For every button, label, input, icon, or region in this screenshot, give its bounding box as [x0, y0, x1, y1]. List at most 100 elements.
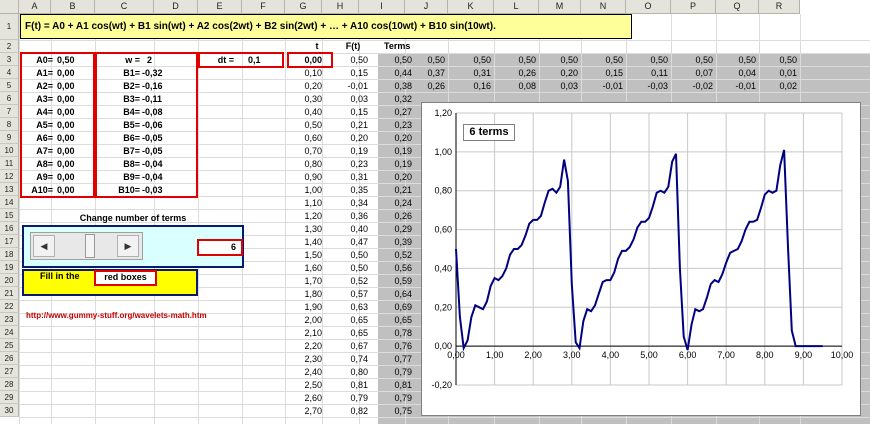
row-header-2[interactable]: 2 — [0, 40, 19, 53]
fourier-chart: -0,200,000,200,400,600,801,001,200,00 1,0… — [431, 108, 853, 390]
row-header-8[interactable]: 8 — [0, 118, 19, 131]
row-header-16[interactable]: 16 — [0, 222, 19, 235]
column-header-i[interactable]: I — [359, 0, 405, 14]
scroll-right-button[interactable]: ▶ — [117, 235, 139, 257]
header-ft: F(t) — [345, 41, 361, 51]
t-value: 0,20 — [304, 81, 322, 91]
t-value: 1,90 — [304, 302, 322, 312]
b-coef-label: B7= — [123, 146, 140, 156]
w-value[interactable]: 2 — [147, 54, 152, 67]
a-coef-value[interactable]: 0,00 — [57, 145, 85, 158]
a-coef-value[interactable]: 0,00 — [57, 184, 85, 197]
row-header-6[interactable]: 6 — [0, 92, 19, 105]
a-coef-value[interactable]: 0,00 — [57, 171, 85, 184]
t-value: 0,40 — [304, 107, 322, 117]
column-header-f[interactable]: F — [242, 0, 285, 14]
row-header-22[interactable]: 22 — [0, 300, 19, 313]
row-header-23[interactable]: 23 — [0, 313, 19, 326]
column-header-d[interactable]: D — [154, 0, 198, 14]
t-value: 2,50 — [304, 380, 322, 390]
b-coef-value[interactable]: -0,04 — [142, 171, 174, 184]
ft-value: 0,31 — [350, 172, 368, 182]
row-header-21[interactable]: 21 — [0, 287, 19, 300]
a-coef-value[interactable]: 0,00 — [57, 119, 85, 132]
column-header-o[interactable]: O — [626, 0, 671, 14]
terms-value: 0,29 — [394, 224, 412, 234]
chart-area[interactable]: -0,20 0,00 0,20 0,40 0,60 0,80 1,00 1,20 0,00 1,0… — [421, 102, 861, 416]
ft-value: 0,15 — [350, 68, 368, 78]
row-header-13[interactable]: 13 — [0, 183, 19, 196]
row-header-20[interactable]: 20 — [0, 274, 19, 287]
row-header-10[interactable]: 10 — [0, 144, 19, 157]
row-header-12[interactable]: 12 — [0, 170, 19, 183]
b-coef-value[interactable]: -0,05 — [142, 132, 174, 145]
terms-value: 0,27 — [394, 107, 412, 117]
b-coef-value[interactable]: -0,32 — [142, 67, 174, 80]
b-coef-value[interactable]: -0,04 — [142, 158, 174, 171]
terms-grid-cell: 0,20 — [560, 68, 578, 78]
x-tick-label: 2,00 — [524, 350, 542, 360]
row-header-29[interactable]: 29 — [0, 391, 19, 404]
a-coef-value[interactable]: 0,00 — [57, 93, 85, 106]
row-header-7[interactable]: 7 — [0, 105, 19, 118]
b-coef-label: B10= — [118, 185, 140, 195]
row-header-19[interactable]: 19 — [0, 261, 19, 274]
b-coef-value[interactable]: -0,16 — [142, 80, 174, 93]
terms-scrollbar[interactable]: ◀ ▶ — [30, 232, 143, 260]
row-header-14[interactable]: 14 — [0, 196, 19, 209]
row-header-24[interactable]: 24 — [0, 326, 19, 339]
b-coef-value[interactable]: -0,11 — [142, 93, 174, 106]
column-header-r[interactable]: R — [759, 0, 800, 14]
column-header-g[interactable]: G — [285, 0, 322, 14]
a-coef-value[interactable]: 0,00 — [57, 158, 85, 171]
b-coef-value[interactable]: -0,03 — [142, 184, 174, 197]
row-header-3[interactable]: 3 — [0, 53, 19, 66]
column-header-p[interactable]: P — [671, 0, 716, 14]
row-header-28[interactable]: 28 — [0, 378, 19, 391]
a-coef-value[interactable]: 0,00 — [57, 132, 85, 145]
column-header-m[interactable]: M — [539, 0, 581, 14]
b-coef-value[interactable]: -0,08 — [142, 106, 174, 119]
column-header-h[interactable]: H — [322, 0, 359, 14]
t-value: 0,00 — [304, 55, 322, 65]
t-value: 1,50 — [304, 250, 322, 260]
a-coef-value[interactable]: 0,50 — [57, 54, 85, 67]
row-header-18[interactable]: 18 — [0, 248, 19, 261]
row-header-9[interactable]: 9 — [0, 131, 19, 144]
row-header-4[interactable]: 4 — [0, 66, 19, 79]
column-header-k[interactable]: K — [448, 0, 494, 14]
column-header-a[interactable]: A — [19, 0, 51, 14]
row-header-15[interactable]: 15 — [0, 209, 19, 222]
scroll-thumb[interactable] — [85, 234, 95, 258]
row-header-26[interactable]: 26 — [0, 352, 19, 365]
t-value: 0,10 — [304, 68, 322, 78]
a-coef-value[interactable]: 0,00 — [57, 67, 85, 80]
row-header-30[interactable]: 30 — [0, 404, 19, 417]
row-header-17[interactable]: 17 — [0, 235, 19, 248]
column-header-j[interactable]: J — [405, 0, 448, 14]
column-header-e[interactable]: E — [198, 0, 242, 14]
column-header-b[interactable]: B — [51, 0, 95, 14]
series-line — [455, 149, 823, 352]
a-coef-value[interactable]: 0,00 — [57, 80, 85, 93]
row-header-1[interactable]: 1 — [0, 14, 19, 40]
a-coef-value[interactable]: 0,00 — [57, 106, 85, 119]
row-header-25[interactable]: 25 — [0, 339, 19, 352]
b-coef-value[interactable]: -0,06 — [142, 119, 174, 132]
row-header-27[interactable]: 27 — [0, 365, 19, 378]
column-header-c[interactable]: C — [95, 0, 154, 14]
t-value: 0,50 — [304, 120, 322, 130]
x-tick-label: 3,00 — [563, 350, 581, 360]
scroll-left-button[interactable]: ◀ — [33, 235, 55, 257]
reference-link[interactable]: http://www.gummy-stuff.org/wavelets-math… — [26, 311, 207, 320]
row-header-5[interactable]: 5 — [0, 79, 19, 92]
row-header-11[interactable]: 11 — [0, 157, 19, 170]
column-header-n[interactable]: N — [581, 0, 626, 14]
column-header-q[interactable]: Q — [716, 0, 759, 14]
b-coef-value[interactable]: -0,05 — [142, 145, 174, 158]
column-header-l[interactable]: L — [494, 0, 539, 14]
select-all-corner[interactable] — [0, 0, 19, 14]
terms-grid-cell: 0,02 — [779, 81, 797, 91]
dt-value[interactable]: 0,1 — [248, 54, 261, 67]
ft-value: 0,35 — [350, 185, 368, 195]
